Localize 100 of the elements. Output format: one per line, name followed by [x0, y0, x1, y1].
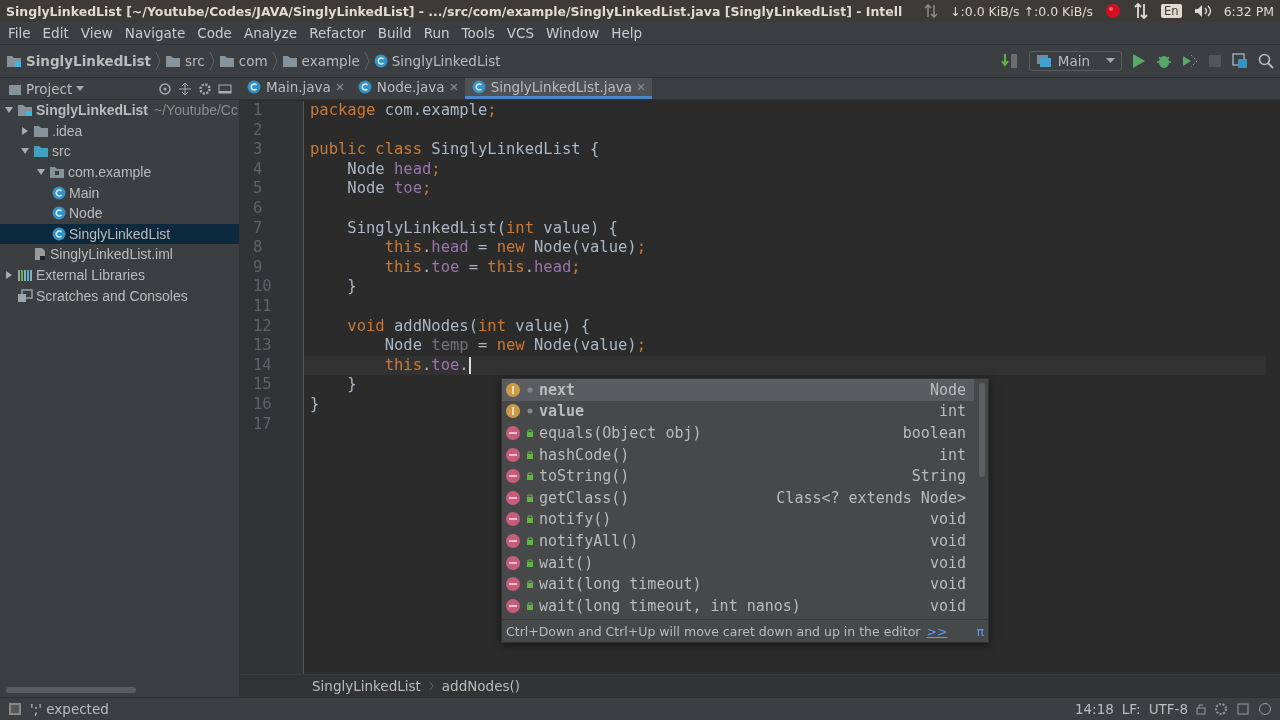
menu-item[interactable]: Tools: [455, 25, 501, 41]
editor-tab[interactable]: Node.java: [350, 78, 465, 99]
debug-icon[interactable]: [1156, 53, 1172, 69]
completion-item[interactable]: getClass() Class<? extends Node>: [502, 486, 974, 509]
folder-icon: [281, 54, 298, 68]
lock-icon[interactable]: [1196, 703, 1206, 715]
completion-item[interactable]: notifyAll() void: [502, 530, 974, 552]
pi-symbol[interactable]: π: [976, 623, 984, 639]
tree-item[interactable]: External Libraries: [0, 264, 239, 286]
panel-title-dropdown[interactable]: Project: [8, 80, 152, 97]
completion-item[interactable]: wait(long timeout) void: [502, 573, 974, 595]
breadcrumb-item[interactable]: SinglyLinkedList: [373, 53, 501, 69]
collapse-all-icon[interactable]: [178, 81, 192, 96]
close-icon[interactable]: [335, 83, 344, 91]
tree-item[interactable]: SinglyLinkedList ~/Youtube/Cc: [0, 100, 239, 121]
scrollbar[interactable]: [6, 687, 136, 693]
volume-icon[interactable]: [1193, 4, 1212, 18]
method-icon: [505, 446, 521, 463]
expand-arrow-icon[interactable]: [20, 125, 30, 136]
lock-icon: [526, 449, 534, 460]
build-icon[interactable]: [1000, 52, 1019, 70]
breadcrumb-item[interactable]: SinglyLinkedList: [6, 53, 152, 69]
class-icon: [373, 54, 388, 68]
completion-item[interactable]: notify() void: [502, 508, 974, 531]
class-icon: [52, 206, 66, 221]
lock-icon: [526, 600, 534, 611]
folder-icon: [33, 123, 49, 138]
hide-icon[interactable]: [218, 81, 232, 96]
menu-item[interactable]: Help: [605, 25, 649, 41]
tree-item[interactable]: Node: [0, 202, 239, 224]
menu-item[interactable]: Code: [191, 25, 238, 41]
completion-item[interactable]: equals(Object obj) boolean: [502, 422, 974, 444]
line-separator[interactable]: LF:: [1121, 701, 1141, 717]
project-structure-icon[interactable]: [1232, 53, 1248, 69]
menu-item[interactable]: View: [74, 25, 119, 41]
menu-item[interactable]: File: [2, 25, 37, 41]
code-line: Node toe;: [346, 179, 432, 199]
source-folder-icon: [33, 144, 49, 159]
package-icon: [49, 165, 65, 180]
method-icon: [505, 468, 521, 485]
chevron-icon: [155, 51, 162, 71]
completion-item[interactable]: hashCode() int: [502, 443, 974, 466]
file-icon: [33, 247, 47, 262]
caret-position[interactable]: 14:18: [1074, 701, 1114, 717]
record-icon[interactable]: [1105, 3, 1122, 19]
panel-toggle-icon[interactable]: [8, 702, 22, 716]
expand-arrow-icon[interactable]: [4, 270, 14, 281]
menu-item[interactable]: Refactor: [303, 25, 372, 41]
locate-icon[interactable]: [158, 81, 172, 96]
breadcrumb-item[interactable]: example: [281, 53, 360, 69]
class-icon: [52, 226, 66, 241]
library-icon: [17, 268, 33, 283]
breadcrumb-item[interactable]: SinglyLinkedList: [312, 678, 421, 694]
menu-item[interactable]: Build: [371, 25, 418, 41]
menu-item[interactable]: Analyze: [237, 25, 304, 41]
type-label: int: [938, 402, 966, 421]
editor-tab[interactable]: SinglyLinkedList.java: [464, 78, 653, 99]
completion-item[interactable]: wait() void: [502, 551, 974, 574]
menu-item[interactable]: Edit: [36, 25, 75, 41]
module-folder-icon: [17, 103, 33, 118]
hint-link[interactable]: >>: [926, 623, 948, 639]
completion-item[interactable]: value int: [502, 400, 974, 423]
settings-icon[interactable]: [198, 81, 212, 96]
close-icon[interactable]: [449, 83, 458, 91]
clock[interactable]: 6:32 PM: [1223, 3, 1274, 19]
breadcrumb-item[interactable]: addNodes(): [441, 678, 521, 694]
tree-item[interactable]: SinglyLinkedList: [0, 223, 239, 245]
search-icon[interactable]: [1258, 53, 1274, 69]
tree-item[interactable]: com.example: [0, 161, 239, 183]
coverage-icon[interactable]: [1182, 53, 1198, 69]
network-arrows-icon: [924, 4, 939, 18]
method-icon: [505, 511, 521, 528]
keyboard-layout[interactable]: En: [1161, 4, 1182, 18]
code-line: public class SinglyLinkedList {: [309, 140, 600, 160]
tree-item[interactable]: .idea: [0, 120, 239, 142]
tree-item[interactable]: Main: [0, 182, 239, 203]
encoding[interactable]: UTF-8: [1148, 701, 1188, 717]
breadcrumb-item[interactable]: src: [165, 53, 205, 69]
code-line: this.toe = this.head;: [383, 257, 581, 278]
menu-item[interactable]: VCS: [500, 25, 541, 41]
menu-item[interactable]: Run: [417, 25, 456, 41]
chevron-icon: [363, 51, 370, 71]
scrollbar[interactable]: [979, 383, 985, 477]
breadcrumb-item[interactable]: com: [218, 53, 268, 69]
run-icon[interactable]: [1132, 53, 1146, 69]
completion-item[interactable]: next Node: [502, 379, 974, 401]
menu-item[interactable]: Navigate: [118, 25, 192, 41]
tree-item[interactable]: src: [0, 141, 239, 162]
completion-item[interactable]: wait(long timeout, int nanos) void: [502, 594, 974, 617]
close-icon[interactable]: [637, 83, 646, 91]
network-arrows-icon[interactable]: [1133, 3, 1150, 19]
menu-item[interactable]: Window: [540, 25, 606, 41]
completion-item[interactable]: toString() String: [502, 465, 974, 487]
tree-label: SinglyLinkedList: [36, 102, 148, 119]
type-label: Node: [929, 380, 966, 399]
run-configuration-dropdown[interactable]: Main: [1028, 51, 1122, 71]
tree-item[interactable]: SinglyLinkedList.iml: [0, 244, 239, 265]
editor-tab[interactable]: Main.java: [240, 78, 351, 99]
chevron-icon: [271, 51, 278, 71]
tree-item[interactable]: Scratches and Consoles: [0, 285, 239, 306]
